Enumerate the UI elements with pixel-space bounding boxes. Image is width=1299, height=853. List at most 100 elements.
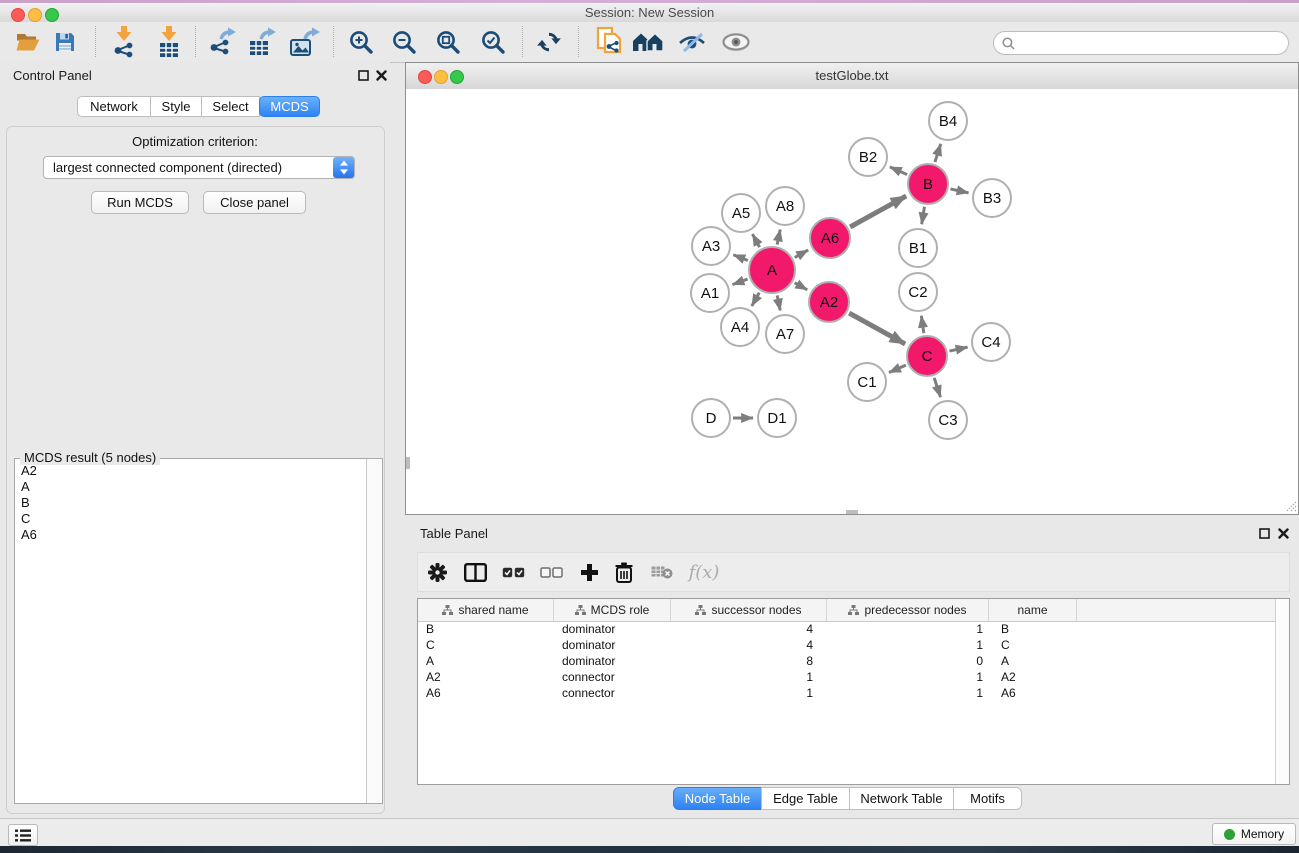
float-panel-button[interactable]	[356, 68, 370, 82]
zoom-in-button[interactable]	[343, 24, 379, 60]
add-row-button[interactable]	[572, 553, 606, 591]
table-cell[interactable]: A	[418, 653, 554, 669]
graph-edge-A6-B[interactable]	[850, 196, 906, 227]
graph-edge-B-B2[interactable]	[890, 167, 907, 175]
function-builder-button[interactable]: f(x)	[684, 553, 724, 591]
home-view-button[interactable]	[630, 24, 666, 60]
table-cell[interactable]: 4	[671, 621, 827, 637]
graph-edge-A-A3[interactable]	[733, 255, 747, 261]
table-cell[interactable]: A	[989, 653, 1077, 669]
mcds-result-item[interactable]: C	[15, 511, 366, 527]
graph-edge-A-A6[interactable]	[795, 250, 808, 257]
criterion-dropdown[interactable]: largest connected component (directed)	[43, 156, 355, 179]
table-scrollbar[interactable]	[1275, 599, 1289, 784]
table-cell[interactable]: connector	[554, 685, 671, 701]
graph-edge-A-A8[interactable]	[777, 230, 780, 245]
graph-edge-A-A1[interactable]	[733, 279, 748, 285]
close-panel-button[interactable]	[374, 68, 388, 82]
tab-edge-table[interactable]: Edge Table	[761, 787, 850, 810]
titlebar[interactable]: Session: New Session	[0, 3, 1299, 23]
table-row[interactable]: A2connector11A2	[418, 669, 1276, 685]
mcds-result-item[interactable]: A	[15, 479, 366, 495]
graph-edge-A-A7[interactable]	[777, 295, 780, 310]
column-header-name[interactable]: name	[989, 599, 1077, 621]
select-all-button[interactable]	[496, 553, 530, 591]
graph-edge-C-C4[interactable]	[949, 347, 967, 351]
graph-edge-C-C2[interactable]	[921, 316, 923, 333]
graph-edge-A2-C[interactable]	[849, 313, 905, 344]
table-cell[interactable]: A6	[989, 685, 1077, 701]
table-cell[interactable]: A2	[418, 669, 554, 685]
tab-motifs[interactable]: Motifs	[953, 787, 1022, 810]
column-header-shared-name[interactable]: shared name	[418, 599, 554, 621]
table-cell[interactable]: connector	[554, 669, 671, 685]
table-row[interactable]: Bdominator41B	[418, 621, 1276, 637]
zoom-out-button[interactable]	[386, 24, 422, 60]
mcds-result-scrollbar[interactable]	[366, 459, 382, 803]
column-header-MCDS-role[interactable]: MCDS role	[554, 599, 671, 621]
table-close-button[interactable]	[1276, 526, 1290, 540]
table-cell[interactable]: A6	[418, 685, 554, 701]
table-cell[interactable]: B	[418, 621, 554, 637]
table-cell[interactable]: C	[989, 637, 1077, 653]
table-cell[interactable]: dominator	[554, 653, 671, 669]
graph-edge-A-A4[interactable]	[752, 293, 760, 306]
refresh-button[interactable]	[531, 24, 567, 60]
resize-grip[interactable]	[1284, 500, 1297, 513]
open-session-button[interactable]	[10, 24, 46, 60]
delete-row-button[interactable]	[607, 553, 641, 591]
zoom-fit-button[interactable]	[430, 24, 466, 60]
tab-network-table[interactable]: Network Table	[849, 787, 954, 810]
table-cell[interactable]: 4	[671, 637, 827, 653]
table-float-button[interactable]	[1257, 526, 1271, 540]
table-cell[interactable]: 0	[827, 653, 989, 669]
import-table-button[interactable]	[150, 24, 188, 60]
table-cell[interactable]: 1	[671, 685, 827, 701]
graph-edge-B-B1[interactable]	[922, 207, 925, 225]
table-cell[interactable]: dominator	[554, 637, 671, 653]
graph-edge-A-A5[interactable]	[752, 234, 759, 247]
task-history-button[interactable]	[8, 824, 38, 846]
delete-table-button[interactable]	[645, 553, 679, 591]
graph-edge-B-B3[interactable]	[950, 189, 968, 193]
table-cell[interactable]: 1	[827, 669, 989, 685]
table-row[interactable]: A6connector11A6	[418, 685, 1276, 701]
export-table-button[interactable]	[243, 24, 281, 60]
tab-node-table[interactable]: Node Table	[673, 787, 762, 810]
table-cell[interactable]: A2	[989, 669, 1077, 685]
table-cell[interactable]: B	[989, 621, 1077, 637]
network-window-titlebar[interactable]: testGlobe.txt	[406, 63, 1298, 90]
column-view-button[interactable]	[458, 553, 492, 591]
table-cell[interactable]: 1	[827, 685, 989, 701]
tab-network[interactable]: Network	[77, 96, 151, 117]
table-cell[interactable]: C	[418, 637, 554, 653]
zoom-selected-button[interactable]	[475, 24, 511, 60]
column-header-predecessor-nodes[interactable]: predecessor nodes	[827, 599, 989, 621]
graph-edge-C-C1[interactable]	[889, 365, 906, 372]
search-input[interactable]	[1019, 33, 1288, 53]
hide-selection-button[interactable]	[674, 24, 710, 60]
table-cell[interactable]: 1	[827, 637, 989, 653]
mcds-result-item[interactable]: A2	[15, 463, 366, 479]
tab-style[interactable]: Style	[150, 96, 202, 117]
network-canvas[interactable]: AA1A2A3A4A5A6A7A8BB1B2B3B4CC1C2C3C4DD1	[406, 89, 1298, 514]
graph-edge-C-C3[interactable]	[934, 378, 940, 397]
import-network-button[interactable]	[105, 24, 143, 60]
table-row[interactable]: Adominator80A	[418, 653, 1276, 669]
graph-edge-A-A2[interactable]	[795, 283, 808, 290]
tab-select[interactable]: Select	[201, 96, 260, 117]
table-cell[interactable]: 1	[671, 669, 827, 685]
table-cell[interactable]: 1	[827, 621, 989, 637]
mcds-result-list[interactable]: A2ABCA6	[15, 463, 366, 803]
table-row[interactable]: Cdominator41C	[418, 637, 1276, 653]
export-network-button[interactable]	[203, 24, 241, 60]
close-panel-action-button[interactable]: Close panel	[203, 191, 306, 214]
column-settings-button[interactable]	[420, 553, 454, 591]
horizontal-scroll-indicator[interactable]	[846, 510, 858, 514]
mcds-result-item[interactable]: B	[15, 495, 366, 511]
show-all-button[interactable]	[718, 24, 754, 60]
run-mcds-button[interactable]: Run MCDS	[91, 191, 189, 214]
table-cell[interactable]: dominator	[554, 621, 671, 637]
export-image-button[interactable]	[286, 24, 324, 60]
vertical-scroll-indicator[interactable]	[406, 457, 410, 469]
